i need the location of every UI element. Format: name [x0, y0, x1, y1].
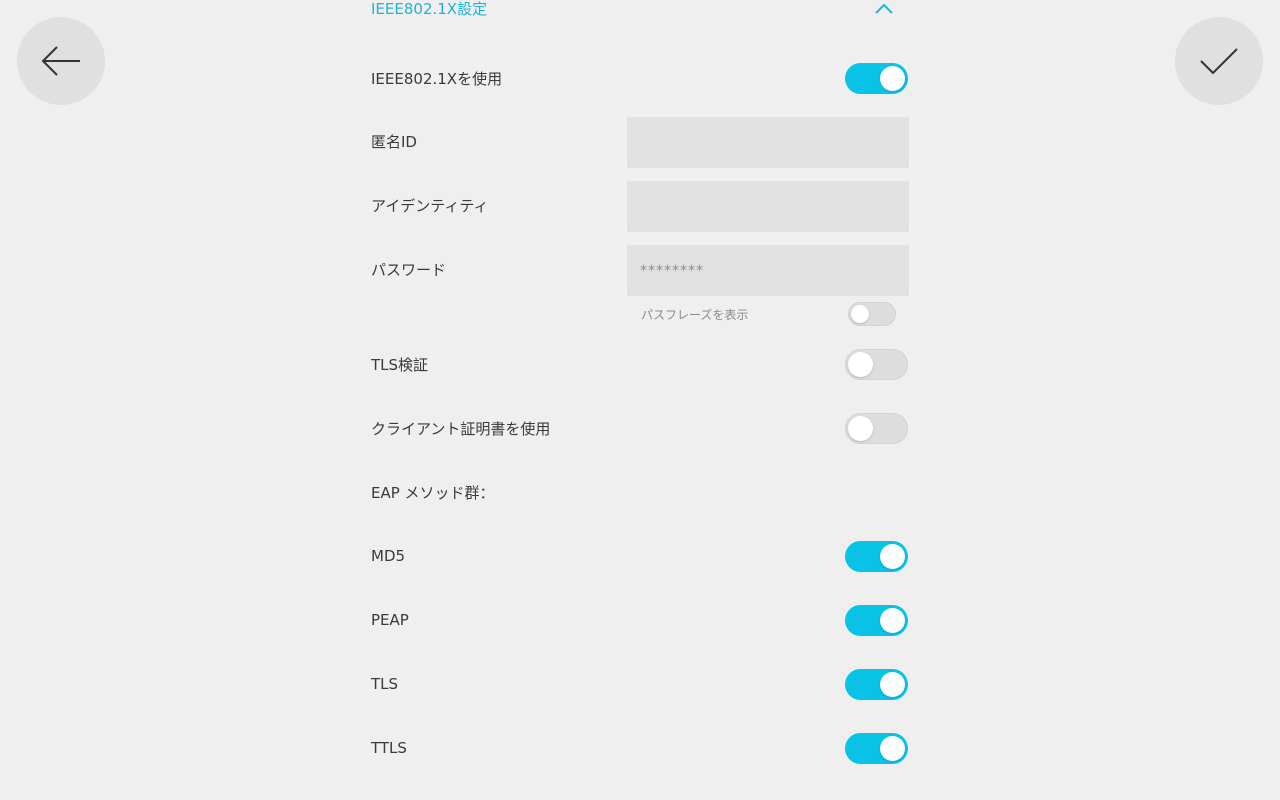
eap-method-ttls-toggle[interactable] [845, 732, 908, 764]
identity-input[interactable] [627, 181, 909, 232]
tls-verify-label: TLS検証 [371, 355, 429, 374]
tls-verify-row: TLS検証 [371, 348, 908, 380]
toggle-knob [880, 671, 905, 697]
show-passphrase-label: パスフレーズを表示 [641, 307, 749, 322]
identity-label: アイデンティティ [371, 197, 489, 215]
tls-verify-toggle[interactable] [845, 348, 908, 380]
toggle-knob [848, 351, 873, 377]
eap-method-peap-toggle[interactable] [845, 604, 908, 636]
use-client-cert-toggle[interactable] [845, 412, 908, 444]
ieee8021x-settings-page: IEEE802.1X設定 IEEE802.1Xを使用 匿名ID アイデンティティ… [0, 0, 1280, 800]
toggle-knob [848, 415, 873, 441]
arrow-left-icon [41, 46, 80, 76]
toggle-knob [851, 305, 869, 323]
back-button[interactable] [17, 17, 105, 105]
eap-method-md5-label: MD5 [371, 547, 406, 565]
use-8021x-label: IEEE802.1Xを使用 [371, 69, 503, 88]
use-client-cert-label: クライアント証明書を使用 [371, 419, 551, 438]
toggle-knob [880, 735, 905, 761]
eap-method-row: TLS [371, 668, 908, 700]
section-title: IEEE802.1X設定 [371, 0, 488, 18]
eap-method-peap-label: PEAP [371, 611, 409, 629]
confirm-button[interactable] [1175, 17, 1263, 105]
ieee8021x-section-header[interactable]: IEEE802.1X設定 [371, 0, 908, 20]
eap-method-row: MD5 [371, 540, 908, 572]
eap-methods-heading-row: EAP メソッド群： [371, 476, 908, 508]
eap-methods-heading: EAP メソッド群： [371, 483, 495, 502]
eap-method-tls-toggle[interactable] [845, 668, 908, 700]
password-label: パスワード [371, 261, 447, 279]
use-client-cert-row: クライアント証明書を使用 [371, 412, 908, 444]
chevron-up-icon [875, 3, 893, 14]
eap-method-row: PEAP [371, 604, 908, 636]
anonymous-id-input[interactable] [627, 117, 909, 168]
eap-method-ttls-label: TTLS [371, 739, 407, 757]
checkmark-icon [1200, 48, 1238, 75]
show-passphrase-row: パスフレーズを表示 [641, 302, 896, 326]
eap-method-tls-label: TLS [371, 675, 399, 693]
anonymous-id-label: 匿名ID [371, 133, 417, 151]
toggle-knob [880, 543, 905, 569]
show-passphrase-toggle[interactable] [848, 302, 896, 326]
use-8021x-toggle[interactable] [845, 62, 908, 94]
toggle-knob [880, 65, 905, 91]
toggle-knob [880, 607, 905, 633]
password-input[interactable] [627, 245, 909, 296]
eap-method-row: TTLS [371, 732, 908, 764]
eap-method-md5-toggle[interactable] [845, 540, 908, 572]
use-8021x-row: IEEE802.1Xを使用 [371, 62, 908, 94]
